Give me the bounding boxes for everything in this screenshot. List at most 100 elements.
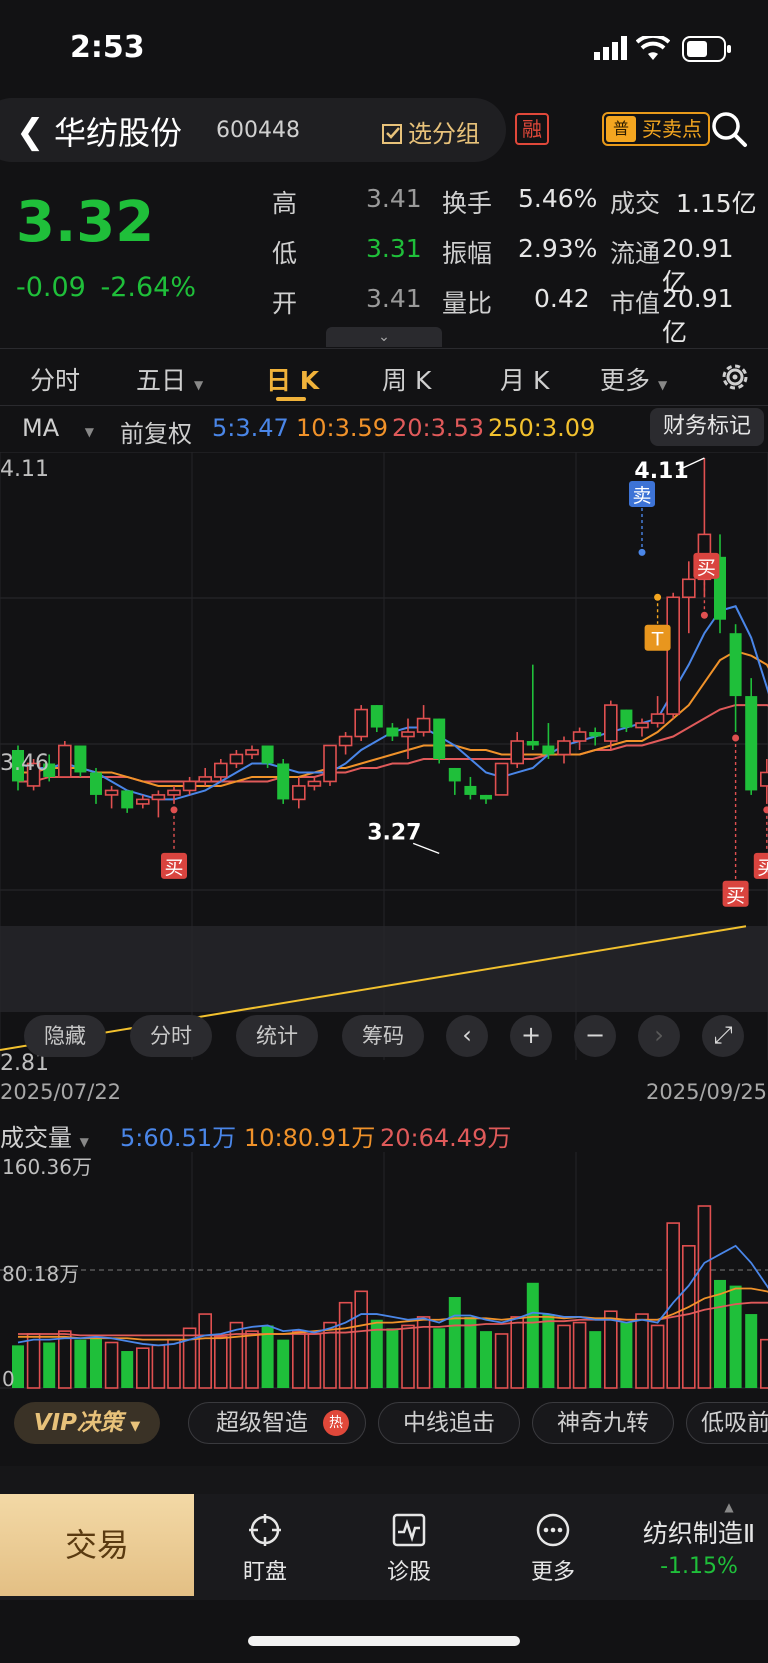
ma-selector[interactable]: MA ▼ <box>22 414 94 442</box>
tab-month-k[interactable]: 月 K <box>500 361 549 397</box>
vol-ma5-value: 5:60.51万 <box>120 1124 237 1152</box>
diagnose-label: 诊股 <box>386 1560 431 1585</box>
fullscreen-icon[interactable]: ⤢ <box>702 1015 744 1057</box>
sell-signal-badge: 卖 <box>629 480 655 507</box>
strategy-chips: VIP决策 ▼ 超级智造 热 中线追击 神奇九转 低吸前 <box>0 1402 768 1448</box>
volume-bar <box>480 1331 492 1388</box>
expand-quote-handle[interactable]: ⌄ <box>326 327 442 347</box>
period-tabs: 分时 五日 ▼ 日 K 周 K 月 K 更多 ▼ <box>0 348 768 406</box>
quote-label: 成交 <box>610 189 661 218</box>
quote-value: 3.41 <box>366 184 422 213</box>
chips-button[interactable]: 筹码 <box>342 1015 424 1057</box>
tab-more-label: 更多 <box>600 366 651 395</box>
quote-value: 3.31 <box>366 234 422 263</box>
chip-super-smart[interactable]: 超级智造 热 <box>188 1402 366 1444</box>
watch-button[interactable]: 盯盘 <box>210 1512 320 1586</box>
zoom-out-icon[interactable]: − <box>574 1015 616 1057</box>
tab-week-k[interactable]: 周 K <box>382 361 431 397</box>
scroll-right-icon[interactable]: › <box>638 1015 680 1057</box>
min-price-label: 3.27 <box>367 820 421 845</box>
buy-sell-point-button[interactable]: 普 买卖点 <box>602 112 710 146</box>
tab-fenshi[interactable]: 分时 <box>30 361 80 397</box>
candle-body <box>681 578 696 599</box>
volume-bar <box>151 1344 166 1389</box>
volume-bar <box>494 1333 509 1389</box>
candle-body <box>151 794 166 801</box>
tab-five-day[interactable]: 五日 ▼ <box>136 361 203 397</box>
sector-ticker[interactable]: ▲ 纺织制造Ⅱ -1.15% <box>630 1500 768 1579</box>
volume-bar <box>136 1347 150 1389</box>
candle-body <box>557 740 571 756</box>
kline-chart[interactable]: 买买买卖卖T买 4.11 3.46 2.81 4.11 3.27 <box>0 452 768 1080</box>
candle-body <box>229 753 244 765</box>
finance-mark-button[interactable]: 财务标记 <box>650 408 764 446</box>
gear-icon[interactable] <box>718 360 752 394</box>
volume-bar <box>57 1330 72 1389</box>
current-price: 3.32 <box>16 190 155 255</box>
quote-value: 20.91亿 <box>662 284 734 347</box>
zoom-in-icon[interactable]: + <box>510 1015 552 1057</box>
candle-body <box>620 709 633 728</box>
tab-more[interactable]: 更多 ▼ <box>600 361 667 397</box>
adjust-mode[interactable]: 前复权 <box>120 414 192 449</box>
scroll-left-icon[interactable]: ‹ <box>446 1015 488 1057</box>
diagnose-button[interactable]: 诊股 <box>354 1512 464 1586</box>
quote-row: 高 3.41 换手 5.46% 成交 1.15亿 <box>272 184 758 234</box>
candle-body <box>167 789 181 796</box>
volume-bar <box>650 1324 665 1389</box>
watch-label: 盯盘 <box>242 1560 287 1585</box>
volume-bar <box>589 1331 602 1388</box>
volume-bar <box>745 1314 758 1388</box>
volume-bar <box>198 1313 212 1389</box>
margin-trading-badge[interactable]: 融 <box>515 113 549 145</box>
stock-name: 华纺股份 <box>54 114 183 152</box>
quote-row: 低 3.31 振幅 2.93% 流通 20.91亿 <box>272 234 758 297</box>
candle-body <box>480 794 492 800</box>
volume-selector-label: 成交量 <box>0 1124 72 1152</box>
tab-day-k[interactable]: 日 K <box>266 361 319 397</box>
search-icon[interactable] <box>710 110 748 148</box>
quote-grid: 高 3.41 换手 5.46% 成交 1.15亿 低 3.31 振幅 2.93%… <box>272 184 758 347</box>
ma250-band <box>0 926 768 1012</box>
stock-header: ❮ 华纺股份 600448 选分组 融 普 买卖点 <box>0 98 768 162</box>
candle-body <box>464 785 477 795</box>
vip-decision-button[interactable]: VIP决策 ▼ <box>14 1402 160 1444</box>
buy-signal-badge-text: 买 <box>726 885 745 907</box>
select-group-button[interactable]: 选分组 <box>382 114 480 149</box>
quote-label: 开 <box>272 289 298 318</box>
candle-body <box>635 722 649 729</box>
more-dots-icon <box>536 1513 570 1547</box>
trade-button[interactable]: 交易 <box>0 1494 194 1596</box>
fenshi-button[interactable]: 分时 <box>130 1015 212 1057</box>
volume-bar <box>229 1321 244 1389</box>
volume-selector[interactable]: 成交量 ▼ <box>0 1118 89 1153</box>
volume-zero-label: 0 <box>2 1367 15 1391</box>
quote-value: 2.93% <box>518 234 598 263</box>
checkbox-edit-icon <box>382 124 402 144</box>
back-icon[interactable]: ❮ <box>16 112 45 152</box>
chip-magic-nine[interactable]: 神奇九转 <box>532 1402 674 1444</box>
volume-bar <box>572 1321 587 1389</box>
wifi-icon <box>636 36 670 60</box>
price-change: -0.09 -2.64% <box>16 272 196 303</box>
chip-midline-chase[interactable]: 中线追击 <box>378 1402 520 1444</box>
buy-signal-badge-text: 买 <box>697 557 716 579</box>
volume-bar <box>90 1336 102 1388</box>
volume-chart[interactable]: 160.36万 80.18万 0 <box>0 1152 768 1392</box>
stats-button[interactable]: 统计 <box>236 1015 318 1057</box>
quote-label: 流通 <box>610 239 661 268</box>
chip-low-buy[interactable]: 低吸前 <box>686 1402 768 1444</box>
buy-signal-badge-text: 买 <box>164 857 183 879</box>
candle-body <box>401 731 415 738</box>
quote-value: 3.41 <box>366 284 422 313</box>
volume-bar <box>214 1336 228 1389</box>
buy-signal-badge: 买 <box>161 852 187 879</box>
candle-body <box>277 763 290 800</box>
candle-body <box>542 745 555 755</box>
home-indicator <box>248 1636 520 1646</box>
volume-bar <box>245 1330 259 1389</box>
date-start: 2025/07/22 <box>0 1080 122 1104</box>
dropdown-caret-icon: ▼ <box>84 425 94 439</box>
hide-button[interactable]: 隐藏 <box>24 1015 106 1057</box>
more-button[interactable]: 更多 <box>498 1512 608 1586</box>
